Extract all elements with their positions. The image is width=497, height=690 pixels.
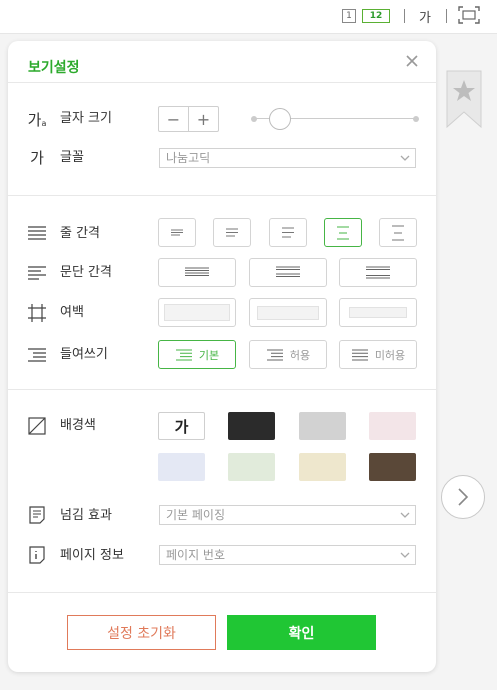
font-size-icon: 가a xyxy=(27,110,47,129)
font-size-decrease-button[interactable]: − xyxy=(159,107,189,131)
background-swatch-7[interactable] xyxy=(299,453,346,481)
bookmark-button[interactable] xyxy=(446,70,482,129)
close-icon xyxy=(406,55,418,67)
line-spacing-2-icon xyxy=(226,228,238,236)
line-spacing-option-2[interactable] xyxy=(213,218,251,247)
divider xyxy=(8,592,436,593)
chevron-down-icon xyxy=(400,552,410,558)
line-spacing-option-1[interactable] xyxy=(158,218,196,247)
bookmark-star-icon xyxy=(446,70,482,129)
top-toolbar: 1 12 가 xyxy=(0,0,497,34)
font-family-select[interactable]: 나눔고딕 xyxy=(159,148,416,168)
font-size-slider[interactable] xyxy=(251,108,419,130)
font-settings-icon: 가 xyxy=(419,10,431,26)
next-page-button[interactable] xyxy=(441,475,485,519)
fullscreen-icon xyxy=(458,6,480,24)
indent-option-allow[interactable]: 허용 xyxy=(249,340,327,369)
margin-3-preview xyxy=(349,307,407,318)
indent-option-label: 허용 xyxy=(289,348,311,362)
divider xyxy=(8,195,436,196)
background-swatch-1[interactable]: 가 xyxy=(158,412,205,440)
background-swatch-2[interactable] xyxy=(228,412,275,440)
background-swatch-3[interactable] xyxy=(299,412,346,440)
page-turn-value: 기본 페이징 xyxy=(166,508,226,522)
indent-option-label: 미허용 xyxy=(374,348,406,362)
font-family-value: 나눔고딕 xyxy=(166,151,211,165)
page-turn-select[interactable]: 기본 페이징 xyxy=(159,505,416,525)
background-swatch-6[interactable] xyxy=(228,453,275,481)
indent-option-default[interactable]: 기본 xyxy=(158,340,236,369)
line-spacing-1-icon xyxy=(171,229,183,235)
margin-option-2[interactable] xyxy=(249,298,327,327)
paragraph-spacing-label: 문단 간격 xyxy=(60,265,112,280)
chevron-down-icon xyxy=(400,512,410,518)
view-settings-panel: 보기설정 가a 글자 크기 − + 가 글꼴 나눔고딕 줄 간격 문단 간격 여… xyxy=(8,41,436,672)
indent-label: 들여쓰기 xyxy=(60,347,108,362)
default-swatch-text: 가 xyxy=(174,417,189,436)
slider-min-dot xyxy=(251,116,257,122)
paragraph-spacing-icon xyxy=(27,264,47,282)
toolbar-divider xyxy=(446,9,447,23)
background-color-label: 배경색 xyxy=(60,418,96,433)
background-color-icon xyxy=(27,417,47,435)
margin-icon xyxy=(27,304,47,322)
divider xyxy=(8,82,436,83)
font-settings-button[interactable]: 가 xyxy=(414,7,436,26)
line-spacing-5-icon xyxy=(392,225,404,240)
margin-1-preview xyxy=(164,304,230,321)
background-swatch-8[interactable] xyxy=(369,453,416,481)
reset-settings-button[interactable]: 설정 초기화 xyxy=(67,615,216,650)
single-page-label: 1 xyxy=(346,11,352,21)
line-spacing-3-icon xyxy=(282,227,294,237)
indent-option-disallow[interactable]: 미허용 xyxy=(339,340,417,369)
line-spacing-4-icon xyxy=(337,225,349,240)
toolbar-divider xyxy=(404,9,405,23)
margin-2-preview xyxy=(257,305,319,320)
line-spacing-option-3[interactable] xyxy=(269,218,307,247)
paragraph-spacing-option-3[interactable] xyxy=(339,258,417,287)
paragraph-spacing-option-1[interactable] xyxy=(158,258,236,287)
indent-disallow-icon xyxy=(351,349,368,360)
font-size-increase-button[interactable]: + xyxy=(189,107,218,131)
chevron-right-icon xyxy=(458,488,469,506)
line-spacing-option-4[interactable] xyxy=(324,218,362,247)
page-turn-label: 넘김 효과 xyxy=(60,508,112,523)
confirm-button[interactable]: 확인 xyxy=(227,615,376,650)
font-size-label: 글자 크기 xyxy=(60,111,112,126)
double-page-view-button[interactable]: 12 xyxy=(362,9,390,23)
paragraph-spacing-3-icon xyxy=(366,266,390,278)
close-button[interactable] xyxy=(404,53,420,69)
slider-thumb[interactable] xyxy=(269,108,291,130)
divider xyxy=(8,389,436,390)
margin-option-3[interactable] xyxy=(339,298,417,327)
fullscreen-button[interactable] xyxy=(458,6,480,24)
page-info-value: 페이지 번호 xyxy=(166,548,226,562)
indent-icon xyxy=(27,346,47,364)
page-info-label: 페이지 정보 xyxy=(60,548,124,563)
margin-label: 여백 xyxy=(60,305,84,320)
background-swatch-4[interactable] xyxy=(369,412,416,440)
page-info-icon xyxy=(27,546,47,564)
margin-option-1[interactable] xyxy=(158,298,236,327)
indent-option-label: 기본 xyxy=(198,348,220,362)
indent-default-icon xyxy=(175,349,192,360)
chevron-down-icon xyxy=(400,155,410,161)
font-family-label: 글꼴 xyxy=(60,150,84,165)
background-swatch-5[interactable] xyxy=(158,453,205,481)
font-size-stepper: − + xyxy=(158,106,219,132)
single-page-view-button[interactable]: 1 xyxy=(342,9,356,23)
indent-allow-icon xyxy=(266,349,283,360)
paragraph-spacing-option-2[interactable] xyxy=(249,258,327,287)
page-info-select[interactable]: 페이지 번호 xyxy=(159,545,416,565)
double-page-label: 12 xyxy=(369,11,383,21)
panel-title: 보기설정 xyxy=(28,60,80,76)
line-spacing-icon xyxy=(27,224,47,242)
page-turn-icon xyxy=(27,506,47,524)
font-family-icon: 가 xyxy=(30,148,44,167)
paragraph-spacing-1-icon xyxy=(185,267,209,276)
line-spacing-label: 줄 간격 xyxy=(60,226,101,241)
paragraph-spacing-2-icon xyxy=(276,266,300,277)
slider-max-dot xyxy=(413,116,419,122)
line-spacing-option-5[interactable] xyxy=(379,218,417,247)
